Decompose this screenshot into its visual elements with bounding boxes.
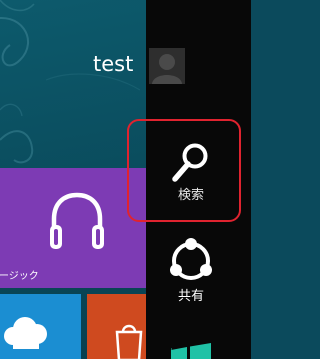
box-icon: [115, 324, 143, 359]
cloud-icon: [4, 317, 47, 349]
share-charm[interactable]: 共有: [146, 236, 236, 311]
search-icon: [172, 143, 208, 182]
charms-bar: 検索 共有: [146, 0, 251, 359]
share-icon: [170, 238, 212, 280]
skydrive-tile[interactable]: [0, 294, 81, 359]
share-charm-label: 共有: [177, 289, 204, 304]
search-charm-label: 検索: [177, 188, 204, 203]
windows-logo-icon: [171, 343, 211, 359]
user-avatar-icon[interactable]: [149, 48, 185, 84]
music-tile[interactable]: ージック: [0, 168, 146, 288]
search-charm[interactable]: 検索: [146, 130, 236, 220]
music-tile-label: ージック: [0, 271, 39, 282]
headphones-icon: [50, 192, 104, 249]
orange-app-tile[interactable]: [87, 294, 146, 359]
windows-start-screen: test ージック 検索 共有: [0, 0, 251, 359]
user-name[interactable]: test: [93, 51, 133, 77]
start-charm[interactable]: [167, 331, 227, 359]
